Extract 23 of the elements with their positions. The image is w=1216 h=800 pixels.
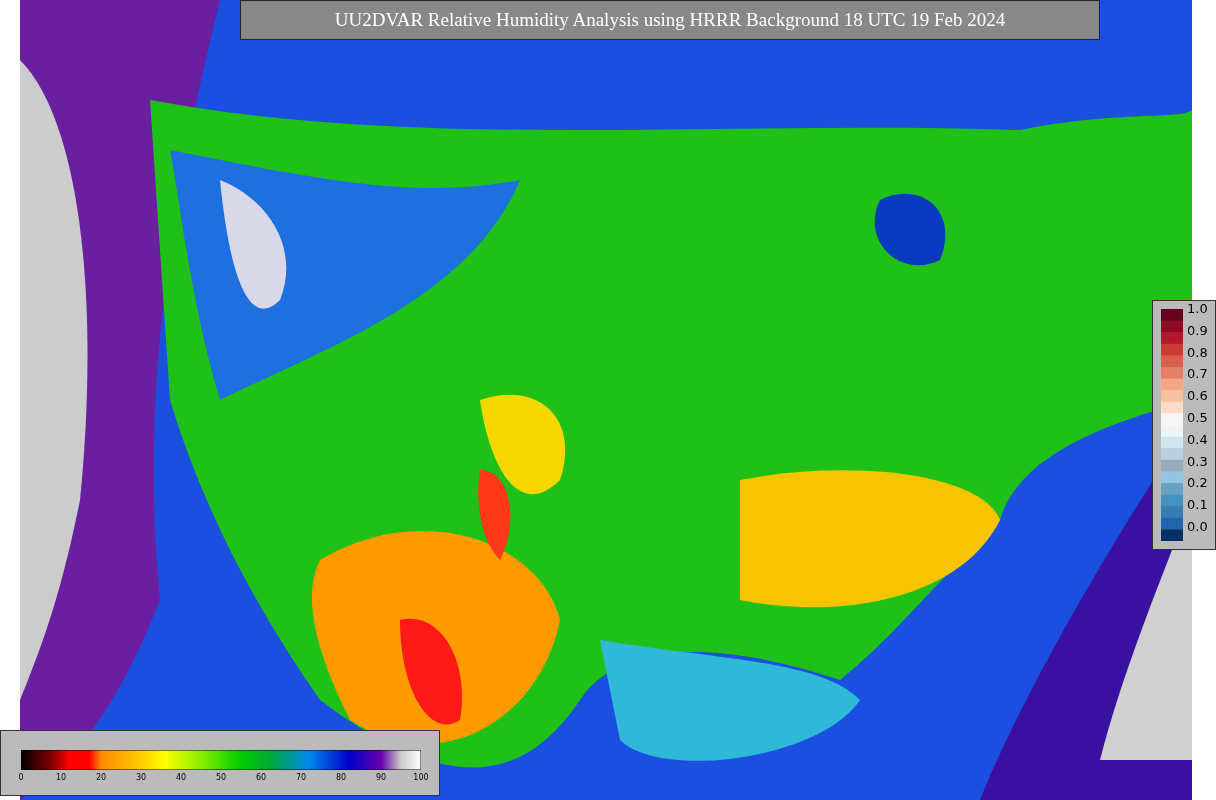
colorbar-label: 40 [175,773,187,782]
colorbar-label: 10 [55,773,67,782]
colorbar-label: 90 [375,773,387,782]
colorbar-label: 0.9 [1187,323,1208,338]
colorbar-label: 100 [413,773,429,782]
colorbar-label: 0.4 [1187,432,1208,447]
colorbar-label: 0.3 [1187,454,1208,469]
map-title: UU2DVAR Relative Humidity Analysis using HRRR Background 18 UTC 19 Feb 2024 [240,0,1100,40]
colorbar-label: 1.0 [1187,302,1208,316]
colorbar-label: 0.6 [1187,389,1208,404]
colorbar-label: 50 [215,773,227,782]
colorbar-label: 0.2 [1187,476,1208,491]
colorbar-label: 0.5 [1187,411,1208,425]
colorbar-label: 0.1 [1187,498,1208,513]
colorbar-label: 20 [95,773,107,782]
colorbar-label: 0.7 [1187,367,1208,382]
colorbar-label: 0 [18,773,24,782]
colorbar-label: 0.8 [1187,345,1208,360]
colorbar-label: 80 [335,773,347,782]
colorbar-label: 30 [135,773,147,782]
colorbar-label: 70 [295,773,307,782]
colorbar-label: 0.0 [1187,519,1208,534]
colorbar-label: 60 [255,773,267,782]
